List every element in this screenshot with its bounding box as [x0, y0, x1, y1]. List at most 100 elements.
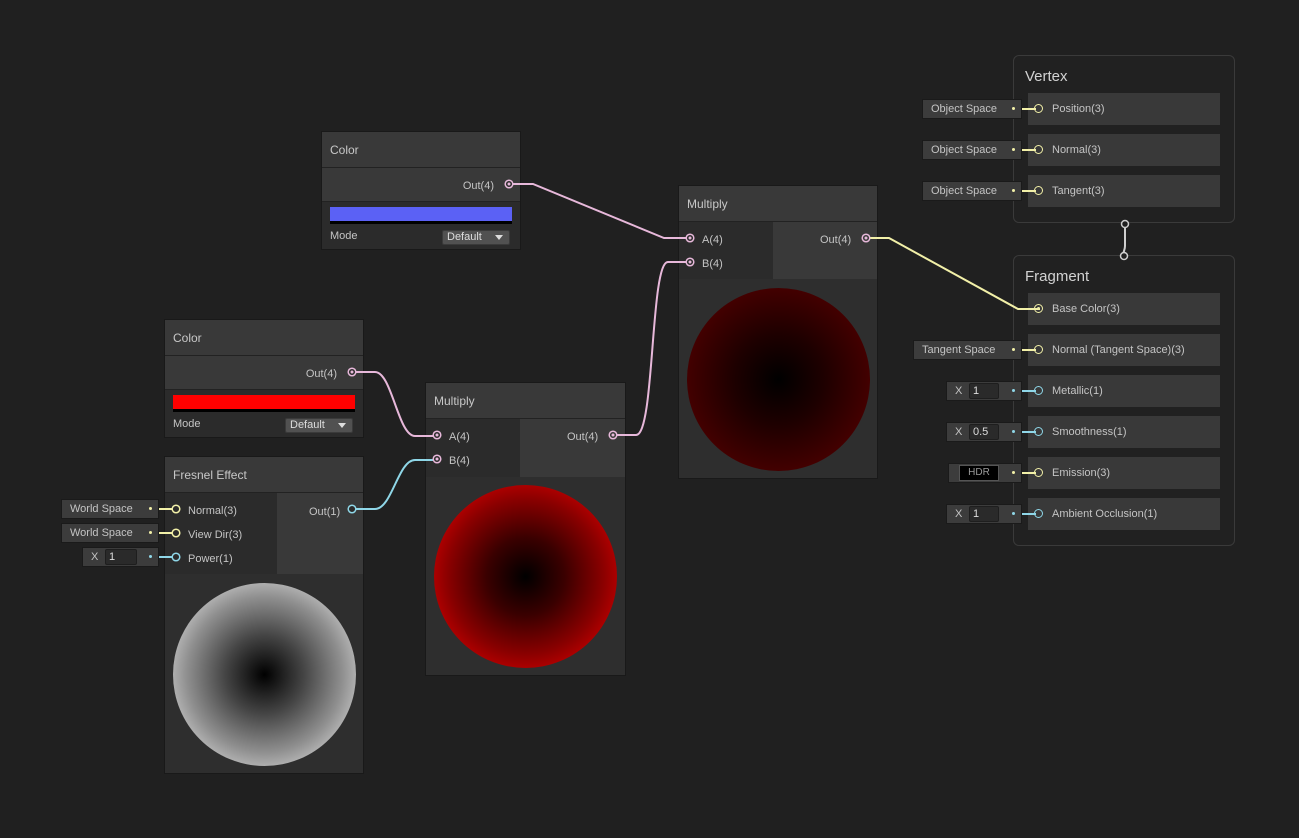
normal-space-value-fragment: Tangent Space [922, 344, 996, 356]
normal-space-value-vertex: Object Space [931, 144, 998, 156]
output-label: Out(4) [462, 180, 494, 192]
mode-label: Mode [330, 230, 358, 242]
slot-normal[interactable]: Normal(3) [1028, 134, 1220, 166]
slot-label: Normal (Tangent Space)(3) [1052, 344, 1185, 356]
smoothness-value-input[interactable]: 0.5 [969, 424, 999, 440]
input-label-view-dir: View Dir(3) [188, 529, 243, 541]
multiply-preview [434, 485, 617, 668]
occlusion-value-input[interactable]: 1 [969, 506, 999, 522]
occlusion-field[interactable]: X 1 [946, 504, 1022, 524]
power-axis-label: X [91, 551, 99, 563]
connector-dot [1012, 107, 1015, 110]
emission-hdr-swatch[interactable]: HDR [959, 465, 999, 481]
power-value-input[interactable]: 1 [105, 549, 137, 565]
node-title: Multiply [426, 383, 625, 419]
connector-dot [1012, 430, 1015, 433]
normal-space-field-vertex[interactable]: Object Space [922, 140, 1022, 160]
slot-normal-tangent[interactable]: Normal (Tangent Space)(3) [1028, 334, 1220, 366]
fragment-stack[interactable]: Fragment Base Color(3) Normal (Tangent S… [1013, 255, 1235, 546]
slot-ambient-occlusion[interactable]: Ambient Occlusion(1) [1028, 498, 1220, 530]
input-port[interactable] [1034, 468, 1043, 477]
smoothness-field[interactable]: X 0.5 [946, 422, 1022, 442]
connector-dot [1012, 512, 1015, 515]
smoothness-axis-label: X [955, 426, 963, 438]
wire-fresnel-to-multiply-b [355, 459, 435, 510]
mode-label: Mode [173, 418, 201, 430]
slot-label: Metallic(1) [1052, 385, 1103, 397]
slot-base-color[interactable]: Base Color(3) [1028, 293, 1220, 325]
fresnel-effect-node[interactable]: Fresnel Effect Normal(3) View Dir(3) Pow… [164, 456, 364, 774]
slot-label: Normal(3) [1052, 144, 1101, 156]
metallic-value-input[interactable]: 1 [969, 383, 999, 399]
input-port[interactable] [1034, 186, 1043, 195]
input-port[interactable] [1034, 145, 1043, 154]
mode-dropdown[interactable]: Default [442, 230, 510, 245]
stack-link [1122, 225, 1126, 257]
slot-label: Tangent(3) [1052, 185, 1105, 197]
slot-label: Emission(3) [1052, 467, 1111, 479]
normal-space-field-fragment[interactable]: Tangent Space [913, 340, 1022, 360]
position-space-value: Object Space [931, 103, 998, 115]
node-title: Fresnel Effect [165, 457, 363, 493]
position-space-field[interactable]: Object Space [922, 99, 1022, 119]
input-port[interactable] [1034, 345, 1043, 354]
tangent-space-field[interactable]: Object Space [922, 181, 1022, 201]
normal-space-value: World Space [70, 503, 133, 515]
input-label-normal: Normal(3) [188, 505, 237, 517]
slot-label: Smoothness(1) [1052, 426, 1127, 438]
emission-field[interactable]: HDR [948, 463, 1022, 483]
input-label-power: Power(1) [188, 553, 233, 565]
input-label-a: A(4) [449, 431, 470, 443]
input-label-a: A(4) [702, 234, 723, 246]
connector-dot [149, 555, 152, 558]
fresnel-preview [173, 583, 356, 766]
connector-dot [149, 531, 152, 534]
vertex-title: Vertex [1025, 68, 1068, 85]
normal-space-field[interactable]: World Space [61, 499, 159, 519]
slot-smoothness[interactable]: Smoothness(1) [1028, 416, 1220, 448]
input-port[interactable] [1034, 386, 1043, 395]
output-row: Out(4) [322, 168, 520, 202]
inputs-panel [679, 222, 773, 279]
input-port[interactable] [1034, 304, 1043, 313]
outputs-panel [520, 419, 625, 477]
color-swatch[interactable] [173, 395, 355, 412]
outputs-panel [773, 222, 877, 279]
input-port[interactable] [1034, 427, 1043, 436]
slot-metallic[interactable]: Metallic(1) [1028, 375, 1220, 407]
slot-position[interactable]: Position(3) [1028, 93, 1220, 125]
metallic-field[interactable]: X 1 [946, 381, 1022, 401]
occlusion-axis-label: X [955, 508, 963, 520]
slot-label: Base Color(3) [1052, 303, 1120, 315]
output-label: Out(4) [820, 234, 852, 246]
input-port[interactable] [1034, 104, 1043, 113]
slot-tangent[interactable]: Tangent(3) [1028, 175, 1220, 207]
input-label-b: B(4) [449, 455, 470, 467]
inputs-panel [426, 419, 520, 477]
input-port[interactable] [1034, 509, 1043, 518]
connector-dot [1012, 389, 1015, 392]
viewdir-space-value: World Space [70, 527, 133, 539]
metallic-axis-label: X [955, 385, 963, 397]
color-node-blue[interactable]: Color Out(4) Mode Default [321, 131, 521, 250]
power-field[interactable]: X 1 [82, 547, 159, 567]
connector-dot [1012, 348, 1015, 351]
mode-value: Default [447, 231, 482, 243]
input-label-b: B(4) [702, 258, 723, 270]
chevron-down-icon [338, 423, 346, 428]
output-label: Out(4) [567, 431, 599, 443]
multiply-node-upper[interactable]: Multiply A(4) B(4) Out(4) [678, 185, 878, 479]
color-node-red[interactable]: Color Out(4) Mode Default [164, 319, 364, 438]
slot-label: Ambient Occlusion(1) [1052, 508, 1158, 520]
multiply-node-lower[interactable]: Multiply A(4) B(4) Out(4) [425, 382, 626, 676]
output-label: Out(4) [305, 368, 337, 380]
mode-value: Default [290, 419, 325, 431]
slot-label: Position(3) [1052, 103, 1105, 115]
mode-dropdown[interactable]: Default [285, 418, 353, 433]
vertex-stack[interactable]: Vertex Position(3) Normal(3) Tangent(3) [1013, 55, 1235, 223]
node-title: Color [322, 132, 520, 168]
color-swatch[interactable] [330, 207, 512, 224]
slot-emission[interactable]: Emission(3) [1028, 457, 1220, 489]
viewdir-space-field[interactable]: World Space [61, 523, 159, 543]
fragment-title: Fragment [1025, 268, 1090, 285]
